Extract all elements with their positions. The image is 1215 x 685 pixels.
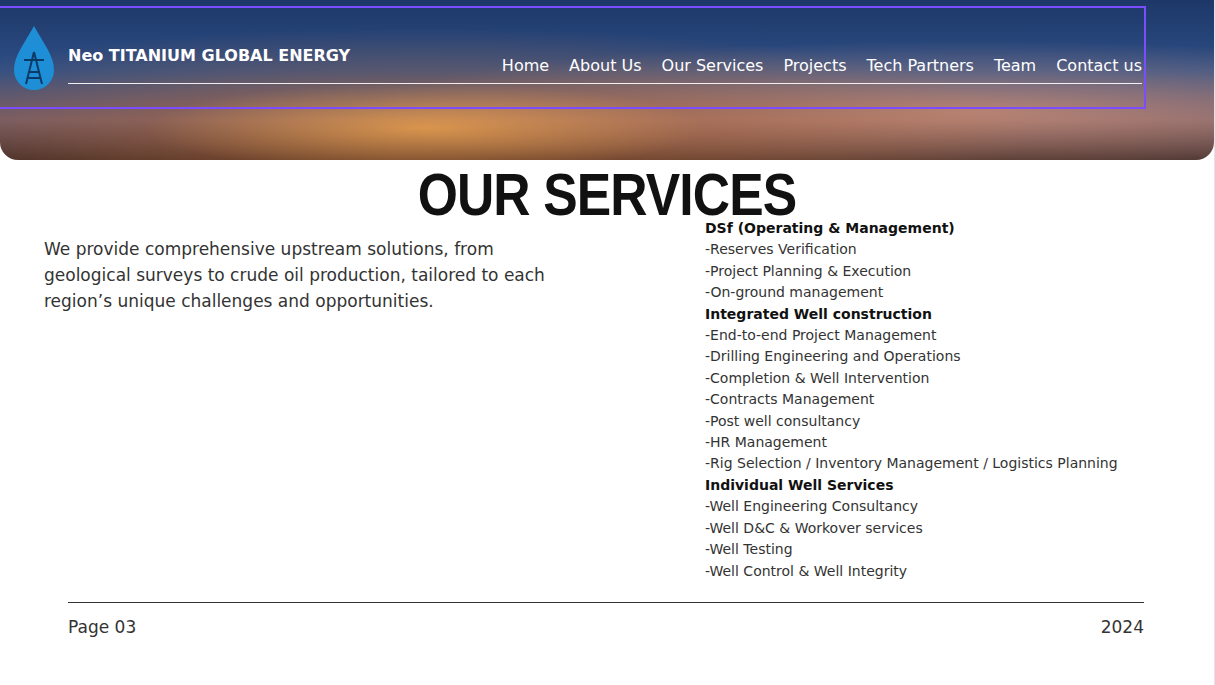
- service-item: -Project Planning & Execution: [705, 261, 1214, 282]
- nav-links: Home About Us Our Services Projects Tech Par…: [502, 56, 1142, 75]
- footer-year: 2024: [1101, 617, 1144, 637]
- service-group-title: Integrated Well construction: [705, 304, 1214, 325]
- service-item: -Well Control & Well Integrity: [705, 561, 1214, 582]
- nav-link[interactable]: Projects: [783, 56, 846, 75]
- service-item: -Drilling Engineering and Operations: [705, 346, 1214, 367]
- service-item: -Well Engineering Consultancy: [705, 496, 1214, 517]
- service-item: -Contracts Management: [705, 389, 1214, 410]
- page: Neo TITANIUM GLOBAL ENERGY Home About Us Ou…: [0, 0, 1215, 685]
- service-item: -Rig Selection / Inventory Management / …: [705, 453, 1214, 474]
- oil-drop-logo-icon: [10, 24, 58, 92]
- service-item: -Completion & Well Intervention: [705, 368, 1214, 389]
- brand-name[interactable]: Neo TITANIUM GLOBAL ENERGY: [68, 46, 350, 65]
- nav-link[interactable]: Tech Partners: [866, 56, 973, 75]
- nav-link[interactable]: Contact us: [1056, 56, 1142, 75]
- service-item: -End-to-end Project Management: [705, 325, 1214, 346]
- nav-link[interactable]: Team: [994, 56, 1036, 75]
- hero-banner: Neo TITANIUM GLOBAL ENERGY Home About Us Ou…: [0, 0, 1214, 160]
- service-item: -Reserves Verification: [705, 239, 1214, 260]
- footer: Page 03 2024: [68, 602, 1144, 637]
- page-heading: OUR SERVICES: [85, 164, 1129, 226]
- content: We provide comprehensive upstream soluti…: [0, 218, 1214, 602]
- service-item: -HR Management: [705, 432, 1214, 453]
- nav-link[interactable]: Home: [502, 56, 549, 75]
- nav-body: Neo TITANIUM GLOBAL ENERGY Home About Us Ou…: [68, 36, 1142, 84]
- nav-bar: Neo TITANIUM GLOBAL ENERGY Home About Us Ou…: [0, 8, 1144, 107]
- page-number: Page 03: [68, 617, 136, 637]
- nav-link[interactable]: Our Services: [662, 56, 764, 75]
- intro-text: We provide comprehensive upstream soluti…: [44, 236, 564, 602]
- service-item: -On-ground management: [705, 282, 1214, 303]
- nav-link[interactable]: About Us: [569, 56, 641, 75]
- service-group-title: Individual Well Services: [705, 475, 1214, 496]
- service-item: -Well D&C & Workover services: [705, 518, 1214, 539]
- services-list: DSf (Operating & Management)-Reserves Ve…: [705, 218, 1214, 602]
- service-item: -Well Testing: [705, 539, 1214, 560]
- service-item: -Post well consultancy: [705, 411, 1214, 432]
